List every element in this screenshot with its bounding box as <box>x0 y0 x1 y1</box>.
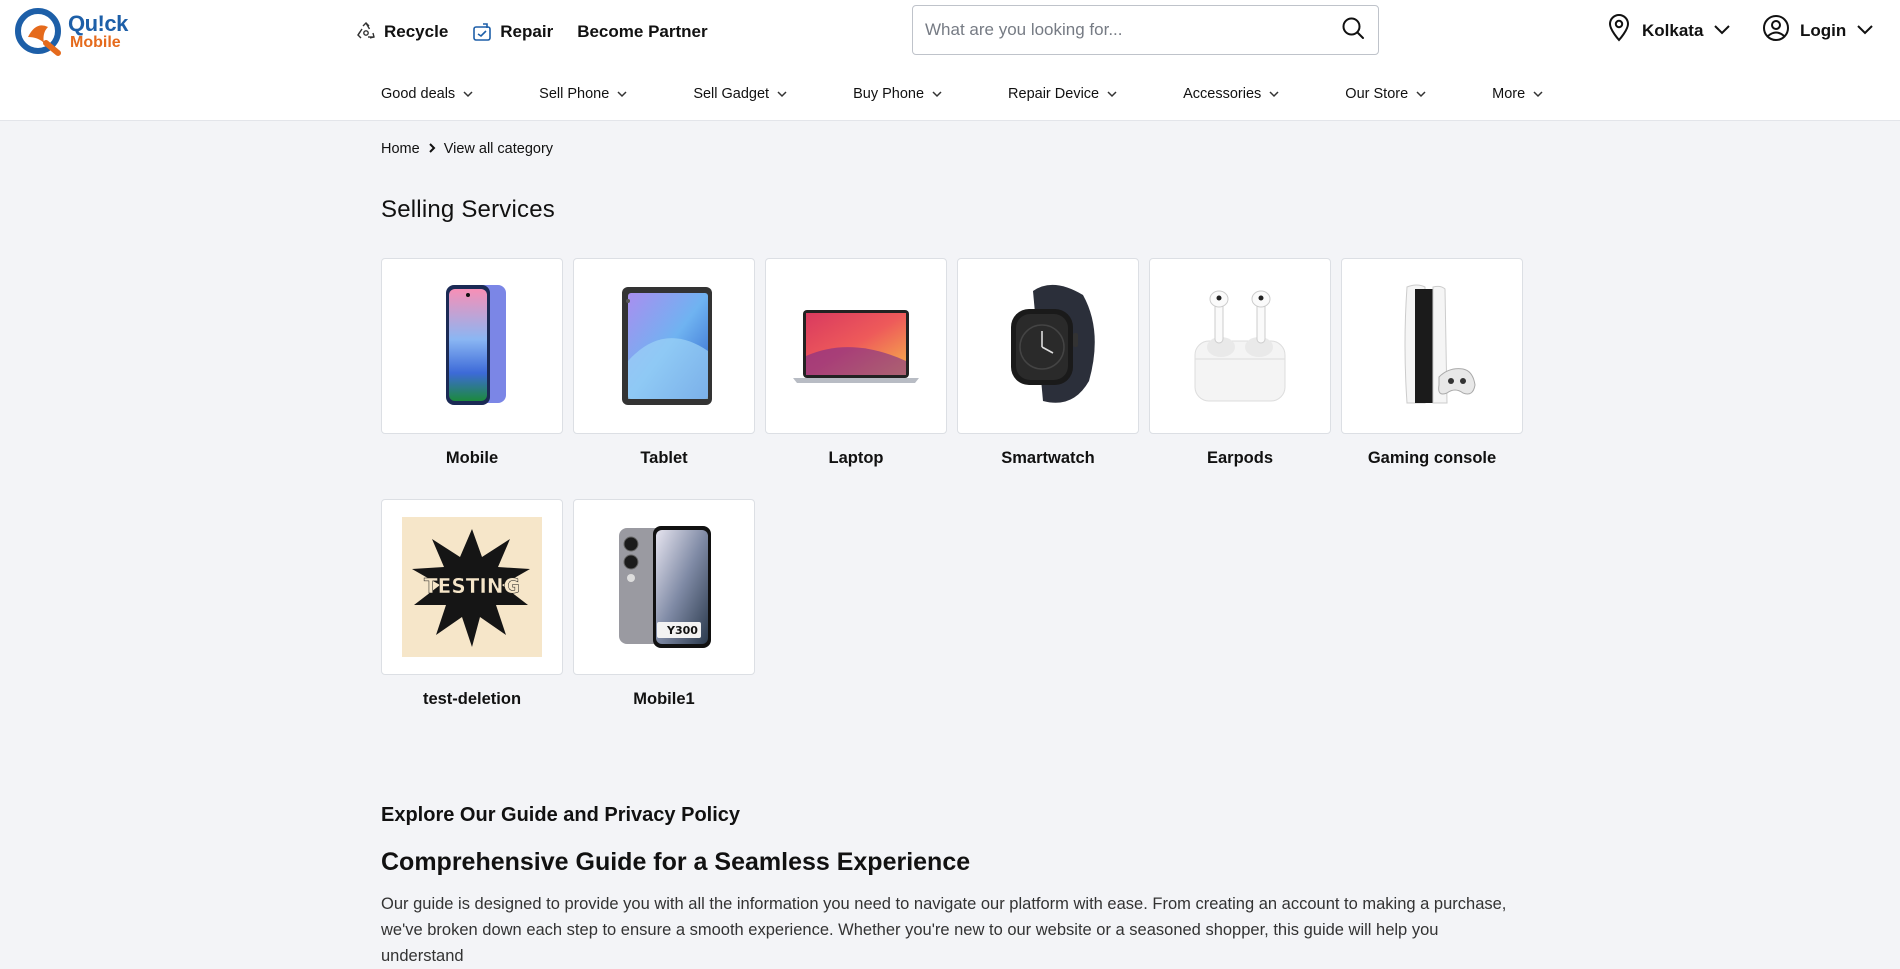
repair-icon <box>472 22 492 42</box>
card-image: Y300 <box>573 499 755 675</box>
chevron-down-icon <box>1713 21 1731 41</box>
nav-label: More <box>1492 86 1526 102</box>
search-bar <box>912 5 1379 55</box>
breadcrumb-current: View all category <box>443 141 554 157</box>
category-card-smartwatch[interactable]: Smartwatch <box>957 258 1139 468</box>
chevron-down-icon <box>1533 86 1543 102</box>
chevron-down-icon <box>1856 21 1874 41</box>
chevron-down-icon <box>777 86 787 102</box>
search-icon <box>1341 16 1365 45</box>
recycle-icon <box>356 22 376 42</box>
nav-more[interactable]: More <box>1492 86 1543 102</box>
card-image <box>765 258 947 434</box>
become-partner-link[interactable]: Become Partner <box>577 22 707 42</box>
card-label: Mobile1 <box>633 690 695 708</box>
logo-name-top: Qu!ck <box>68 11 128 36</box>
tablet-image <box>622 287 712 405</box>
testing-image: TESTING <box>402 517 542 657</box>
logo-mark-icon <box>14 7 64 57</box>
testing-image-text: TESTING <box>424 574 520 598</box>
nav-label: Sell Gadget <box>693 86 770 102</box>
card-label: Mobile <box>445 449 499 467</box>
category-card-test-deletion[interactable]: TESTING test-deletion <box>381 499 563 709</box>
nav-sell-gadget[interactable]: Sell Gadget <box>693 86 787 102</box>
card-image <box>573 258 755 434</box>
card-image <box>381 258 563 434</box>
location-city: Kolkata <box>1642 20 1704 40</box>
phone-model-text: Y300 <box>666 624 698 637</box>
category-card-mobile[interactable]: Mobile <box>381 258 563 468</box>
nav-label: Buy Phone <box>853 86 925 102</box>
nav-repair-device[interactable]: Repair Device <box>1008 86 1117 102</box>
console-image <box>1404 284 1476 404</box>
phone-image <box>446 285 506 405</box>
guide-title: Comprehensive Guide for a Seamless Exper… <box>381 848 971 876</box>
category-card-tablet[interactable]: Tablet <box>573 258 755 468</box>
guide-section-heading: Explore Our Guide and Privacy Policy <box>381 804 741 826</box>
logo-name-bottom: Mobile <box>70 34 121 51</box>
chevron-right-icon <box>428 141 436 157</box>
laptop-image <box>793 310 919 383</box>
nav-label: Sell Phone <box>539 86 610 102</box>
card-label: Laptop <box>828 449 884 467</box>
nav-good-deals[interactable]: Good deals <box>381 86 473 102</box>
breadcrumb: Home View all category <box>381 141 553 157</box>
nav-sell-phone[interactable]: Sell Phone <box>539 86 627 102</box>
nav-our-store[interactable]: Our Store <box>1345 86 1426 102</box>
nav-accessories[interactable]: Accessories <box>1183 86 1279 102</box>
earpods-image <box>1194 290 1286 402</box>
map-pin-icon <box>1606 14 1632 47</box>
card-label: Tablet <box>640 449 688 467</box>
chevron-down-icon <box>617 86 627 102</box>
nav-label: Good deals <box>381 86 456 102</box>
nav-buy-phone[interactable]: Buy Phone <box>853 86 942 102</box>
category-nav: Good deals Sell Phone Sell Gadget Buy Ph… <box>381 84 1543 104</box>
card-label: Earpods <box>1206 449 1274 467</box>
category-card-mobile1[interactable]: Y300 Mobile1 <box>573 499 755 709</box>
chevron-down-icon <box>1107 86 1117 102</box>
chevron-down-icon <box>463 86 473 102</box>
site-header: Qu!ck Mobile Recycle Repair Become Partn… <box>0 0 1900 121</box>
category-card-gaming-console[interactable]: Gaming console <box>1341 258 1523 468</box>
card-image: TESTING <box>381 499 563 675</box>
logo[interactable]: Qu!ck Mobile <box>14 6 134 58</box>
login-menu[interactable]: Login <box>1762 14 1874 47</box>
repair-link[interactable]: Repair <box>472 22 553 42</box>
page-title: Selling Services <box>381 196 555 223</box>
chevron-down-icon <box>1269 86 1279 102</box>
user-icon <box>1762 14 1790 47</box>
search-button[interactable] <box>1328 6 1378 54</box>
card-image <box>1341 258 1523 434</box>
category-card-earpods[interactable]: Earpods <box>1149 258 1331 468</box>
recycle-link[interactable]: Recycle <box>356 22 448 42</box>
become-partner-label: Become Partner <box>577 22 708 41</box>
chevron-down-icon <box>1416 86 1426 102</box>
search-input[interactable] <box>913 6 1328 54</box>
location-selector[interactable]: Kolkata <box>1606 14 1731 47</box>
nav-label: Our Store <box>1345 86 1409 102</box>
card-label: Gaming console <box>1367 449 1497 467</box>
nav-label: Accessories <box>1183 86 1262 102</box>
guide-paragraph: Our guide is designed to provide you wit… <box>381 895 1507 965</box>
phone-y300-image: Y300 <box>619 526 711 648</box>
top-nav: Recycle Repair Become Partner <box>356 18 708 46</box>
nav-label: Repair Device <box>1008 86 1100 102</box>
card-label: test-deletion <box>422 690 522 708</box>
card-image <box>957 258 1139 434</box>
login-label: Login <box>1800 20 1847 40</box>
category-card-laptop[interactable]: Laptop <box>765 258 947 468</box>
chevron-down-icon <box>932 86 942 102</box>
repair-label: Repair <box>500 22 554 41</box>
recycle-label: Recycle <box>384 22 449 41</box>
card-label: Smartwatch <box>1001 449 1095 467</box>
card-image <box>1149 258 1331 434</box>
smartwatch-image <box>1011 284 1095 403</box>
breadcrumb-home[interactable]: Home <box>381 141 420 157</box>
